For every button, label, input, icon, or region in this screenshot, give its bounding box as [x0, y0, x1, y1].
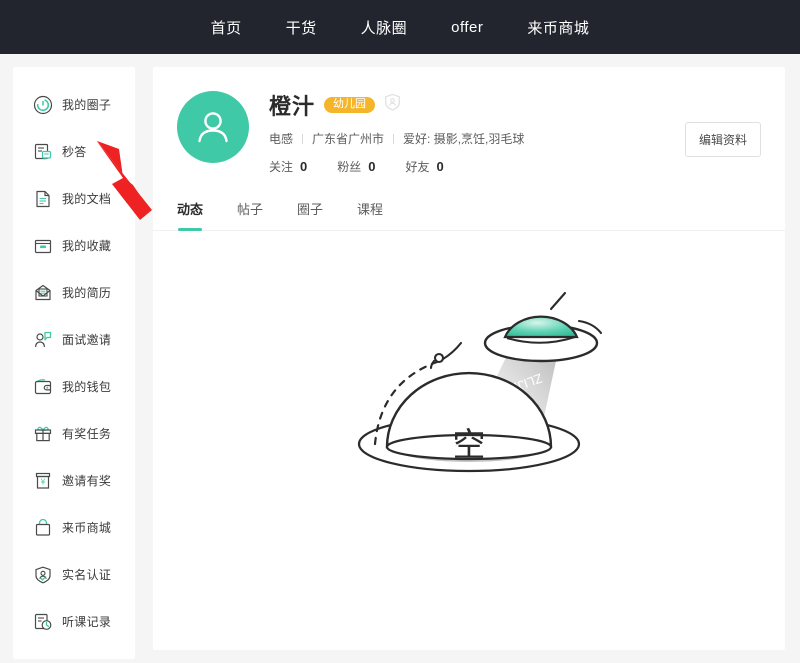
- sidebar-item-my-circle[interactable]: 我的圈子: [13, 81, 135, 128]
- resume-envelope-icon: [33, 283, 53, 303]
- meta-divider: [302, 133, 304, 144]
- shopping-bag-icon: [33, 518, 53, 538]
- stat-following[interactable]: 关注 0: [269, 158, 307, 175]
- avatar[interactable]: [177, 91, 249, 163]
- stat-friends[interactable]: 好友 0: [406, 158, 444, 175]
- name-row: 橙汁 幼儿园: [269, 91, 524, 119]
- sidebar-item-label: 实名认证: [62, 568, 112, 582]
- tab-label: 帖子: [237, 202, 264, 217]
- stat-followers[interactable]: 粉丝 0: [337, 158, 375, 175]
- sidebar-item-my-resume[interactable]: 我的简历: [13, 269, 135, 316]
- tab-label: 课程: [357, 202, 384, 217]
- nav-shop[interactable]: 来币商城: [527, 17, 589, 38]
- sidebar-item-quick-answer[interactable]: 秒答: [13, 128, 135, 175]
- wallet-icon: [33, 377, 53, 397]
- nav-network[interactable]: 人脉圈: [361, 17, 408, 38]
- sidebar-item-label: 来币商城: [62, 521, 112, 535]
- sidebar-item-label: 邀请有奖: [62, 474, 112, 488]
- profile-industry: 电感: [269, 132, 294, 146]
- tab-activity[interactable]: 动态: [177, 199, 204, 231]
- profile-header: 橙汁 幼儿园 电感 广东省广州市 爱好: 摄影,烹饪,羽毛球 关注 0 粉丝 0…: [153, 67, 785, 175]
- status-badge: 幼儿园: [324, 97, 376, 113]
- svg-text:¥: ¥: [41, 477, 46, 486]
- sidebar-item-label: 我的收藏: [62, 239, 112, 253]
- document-icon: [33, 189, 53, 209]
- sidebar-item-label: 我的圈子: [62, 98, 112, 112]
- folder-star-icon: [33, 236, 53, 256]
- tab-label: 动态: [177, 202, 204, 217]
- stat-label: 好友: [405, 160, 430, 174]
- nav-offer[interactable]: offer: [451, 19, 483, 36]
- sidebar-item-course-history[interactable]: 听课记录: [13, 598, 135, 645]
- profile-hobby: 爱好: 摄影,烹饪,羽毛球: [403, 132, 525, 146]
- sidebar-item-reward-tasks[interactable]: 有奖任务: [13, 410, 135, 457]
- sidebar-item-label: 我的文档: [62, 192, 112, 206]
- stat-label: 关注: [269, 160, 294, 174]
- sidebar-item-coin-shop[interactable]: 来币商城: [13, 504, 135, 551]
- profile-stats: 关注 0 粉丝 0 好友 0: [269, 158, 524, 175]
- empty-state: ZLIJL 空: [153, 231, 785, 496]
- profile-location: 广东省广州市: [312, 132, 385, 146]
- edit-profile-button[interactable]: 编辑资料: [684, 122, 761, 157]
- interview-invite-icon: [33, 330, 53, 350]
- stat-label: 粉丝: [337, 160, 362, 174]
- sidebar-item-my-wallet[interactable]: 我的钱包: [13, 363, 135, 410]
- shield-person-icon: [33, 565, 53, 585]
- sidebar-item-my-favorites[interactable]: 我的收藏: [13, 222, 135, 269]
- sidebar-item-interview-invites[interactable]: 面试邀请: [13, 316, 135, 363]
- verified-shield-icon: [384, 93, 401, 117]
- user-avatar-icon: [198, 112, 228, 143]
- stat-value: 0: [436, 159, 444, 174]
- top-navigation-bar: 首页 干货 人脉圈 offer 来币商城: [0, 0, 800, 54]
- sidebar-item-label: 我的简历: [62, 286, 112, 300]
- empty-planet-ufo-illustration: ZLIJL 空: [357, 291, 603, 473]
- page-title: 橙汁: [269, 94, 316, 119]
- sidebar-item-label: 我的钱包: [62, 380, 112, 394]
- sidebar-item-real-name-verification[interactable]: 实名认证: [13, 551, 135, 598]
- tab-circles[interactable]: 圈子: [297, 199, 323, 230]
- profile-tabs: 动态 帖子 圈子 课程: [153, 199, 785, 231]
- planet-text: 空: [453, 426, 486, 463]
- sidebar-item-label: 面试邀请: [62, 333, 112, 347]
- sidebar-item-invite-reward[interactable]: ¥ 邀请有奖: [13, 457, 135, 504]
- sidebar-item-label: 有奖任务: [62, 427, 112, 441]
- meta-divider: [393, 133, 395, 144]
- main-content-card: 橙汁 幼儿园 电感 广东省广州市 爱好: 摄影,烹饪,羽毛球 关注 0 粉丝 0…: [153, 67, 785, 650]
- sidebar-item-my-documents[interactable]: 我的文档: [13, 175, 135, 222]
- sidebar-item-label: 听课记录: [62, 615, 112, 629]
- gift-icon: [33, 424, 53, 444]
- sidebar-menu: 我的圈子 秒答 我的文档 我的收藏 我的简历 面试邀请 我的钱包 有奖任务 ¥ …: [13, 67, 135, 659]
- course-history-icon: [33, 612, 53, 632]
- tab-label: 圈子: [297, 202, 324, 217]
- page-body: 我的圈子 秒答 我的文档 我的收藏 我的简历 面试邀请 我的钱包 有奖任务 ¥ …: [0, 54, 800, 663]
- stat-value: 0: [300, 159, 308, 174]
- circle-target-icon: [33, 95, 53, 115]
- profile-meta: 电感 广东省广州市 爱好: 摄影,烹饪,羽毛球: [269, 130, 524, 147]
- nav-resources[interactable]: 干货: [286, 17, 317, 38]
- stat-value: 0: [368, 159, 376, 174]
- nav-home[interactable]: 首页: [211, 17, 242, 38]
- tab-posts[interactable]: 帖子: [237, 199, 263, 230]
- profile-info: 橙汁 幼儿园 电感 广东省广州市 爱好: 摄影,烹饪,羽毛球 关注 0 粉丝 0…: [269, 89, 524, 175]
- invite-reward-icon: ¥: [33, 471, 53, 491]
- tab-courses[interactable]: 课程: [357, 199, 383, 230]
- sidebar-item-label: 秒答: [62, 145, 87, 159]
- quick-answer-icon: [33, 142, 53, 162]
